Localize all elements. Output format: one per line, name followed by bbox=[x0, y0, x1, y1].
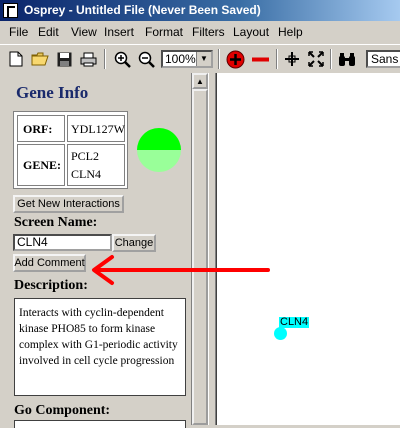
gene-value-2: CLN4 bbox=[71, 167, 101, 181]
network-canvas[interactable]: CLN4 bbox=[216, 73, 400, 425]
gene-info-table: ORF: YDL127W GENE: PCL2 CLN4 bbox=[13, 111, 128, 189]
description-text: Interacts with cyclin-dependent kinase P… bbox=[14, 298, 186, 396]
toolbar-separator bbox=[330, 49, 332, 69]
orf-label-cell: ORF: bbox=[17, 115, 65, 142]
menu-filters[interactable]: Filters bbox=[192, 25, 225, 39]
menu-layout[interactable]: Layout bbox=[233, 25, 269, 39]
description-label: Description: bbox=[14, 278, 88, 293]
print-icon[interactable] bbox=[78, 49, 98, 69]
toolbar-separator bbox=[104, 49, 106, 69]
toolbar-separator bbox=[218, 49, 220, 69]
screen-name-label: Screen Name: bbox=[14, 215, 98, 230]
app-icon bbox=[3, 3, 18, 18]
zoom-value: 100% bbox=[165, 52, 196, 66]
zoom-select[interactable]: 100% ▼ bbox=[161, 50, 213, 68]
annotation-arrow-icon bbox=[92, 255, 270, 285]
menu-help[interactable]: Help bbox=[278, 25, 303, 39]
go-component-box bbox=[14, 420, 186, 428]
menu-edit[interactable]: Edit bbox=[38, 25, 59, 39]
split-divider[interactable] bbox=[208, 73, 216, 425]
gene-value-cell: PCL2 CLN4 bbox=[67, 144, 125, 186]
screen-name-input[interactable]: CLN4 bbox=[13, 234, 112, 251]
orf-value: YDL127W bbox=[71, 122, 125, 136]
menu-insert[interactable]: Insert bbox=[104, 25, 134, 39]
gene-value-1: PCL2 bbox=[71, 149, 100, 163]
menu-format[interactable]: Format bbox=[145, 25, 183, 39]
menu-view[interactable]: View bbox=[71, 25, 97, 39]
fit-view-icon[interactable] bbox=[306, 49, 326, 69]
orf-label: ORF: bbox=[23, 122, 53, 136]
change-button[interactable]: Change bbox=[112, 234, 156, 252]
network-node[interactable] bbox=[274, 327, 287, 340]
crosshair-icon[interactable] bbox=[282, 49, 302, 69]
gene-label-cell: GENE: bbox=[17, 144, 65, 186]
zoom-in-icon[interactable] bbox=[112, 49, 132, 69]
save-icon[interactable] bbox=[54, 49, 74, 69]
panel-scrollbar[interactable]: ▲ bbox=[192, 73, 208, 425]
node-color-indicator bbox=[137, 128, 181, 172]
orf-value-cell: YDL127W bbox=[67, 115, 125, 142]
gene-label: GENE: bbox=[23, 158, 62, 172]
open-folder-icon[interactable] bbox=[30, 49, 50, 69]
panel-title: Gene Info bbox=[16, 83, 89, 102]
new-file-icon[interactable] bbox=[6, 49, 26, 69]
toolbar: 100% ▼ Sans bbox=[0, 44, 400, 74]
go-component-label: Go Component: bbox=[14, 403, 111, 418]
font-select[interactable]: Sans bbox=[366, 50, 400, 68]
find-icon[interactable] bbox=[337, 49, 357, 69]
node-label[interactable]: CLN4 bbox=[279, 317, 310, 328]
add-node-icon[interactable] bbox=[225, 49, 245, 69]
zoom-out-icon[interactable] bbox=[136, 49, 156, 69]
scroll-up-icon[interactable]: ▲ bbox=[192, 73, 208, 89]
chevron-down-icon[interactable]: ▼ bbox=[196, 52, 211, 66]
window-title: Osprey - Untitled File (Never Been Saved… bbox=[24, 3, 261, 17]
menu-file[interactable]: File bbox=[9, 25, 28, 39]
title-bar: Osprey - Untitled File (Never Been Saved… bbox=[0, 0, 400, 21]
remove-node-icon[interactable] bbox=[250, 49, 270, 69]
toolbar-separator bbox=[276, 49, 278, 69]
get-new-interactions-button[interactable]: Get New Interactions bbox=[13, 195, 124, 213]
menu-bar: File Edit View Insert Format Filters Lay… bbox=[0, 22, 400, 42]
add-comment-button[interactable]: Add Comment bbox=[13, 254, 86, 272]
